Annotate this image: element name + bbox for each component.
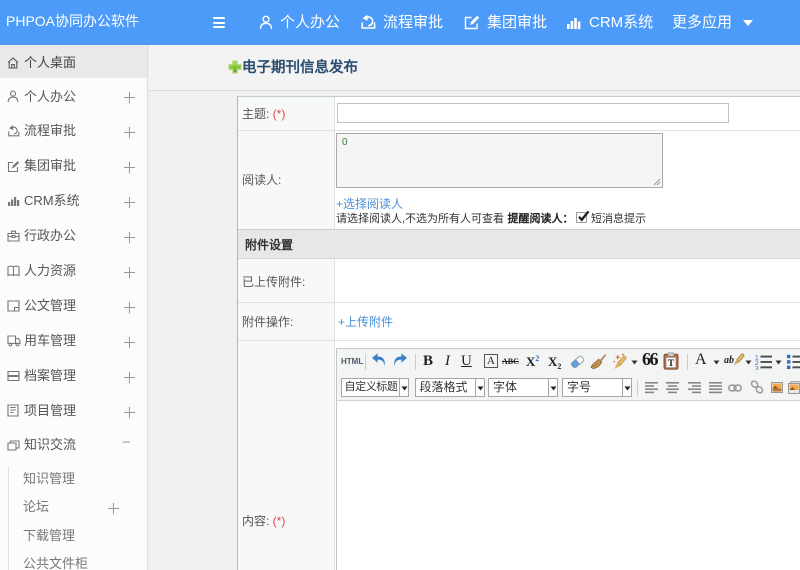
svg-text:T: T xyxy=(668,359,675,369)
svg-text:3: 3 xyxy=(755,366,759,371)
